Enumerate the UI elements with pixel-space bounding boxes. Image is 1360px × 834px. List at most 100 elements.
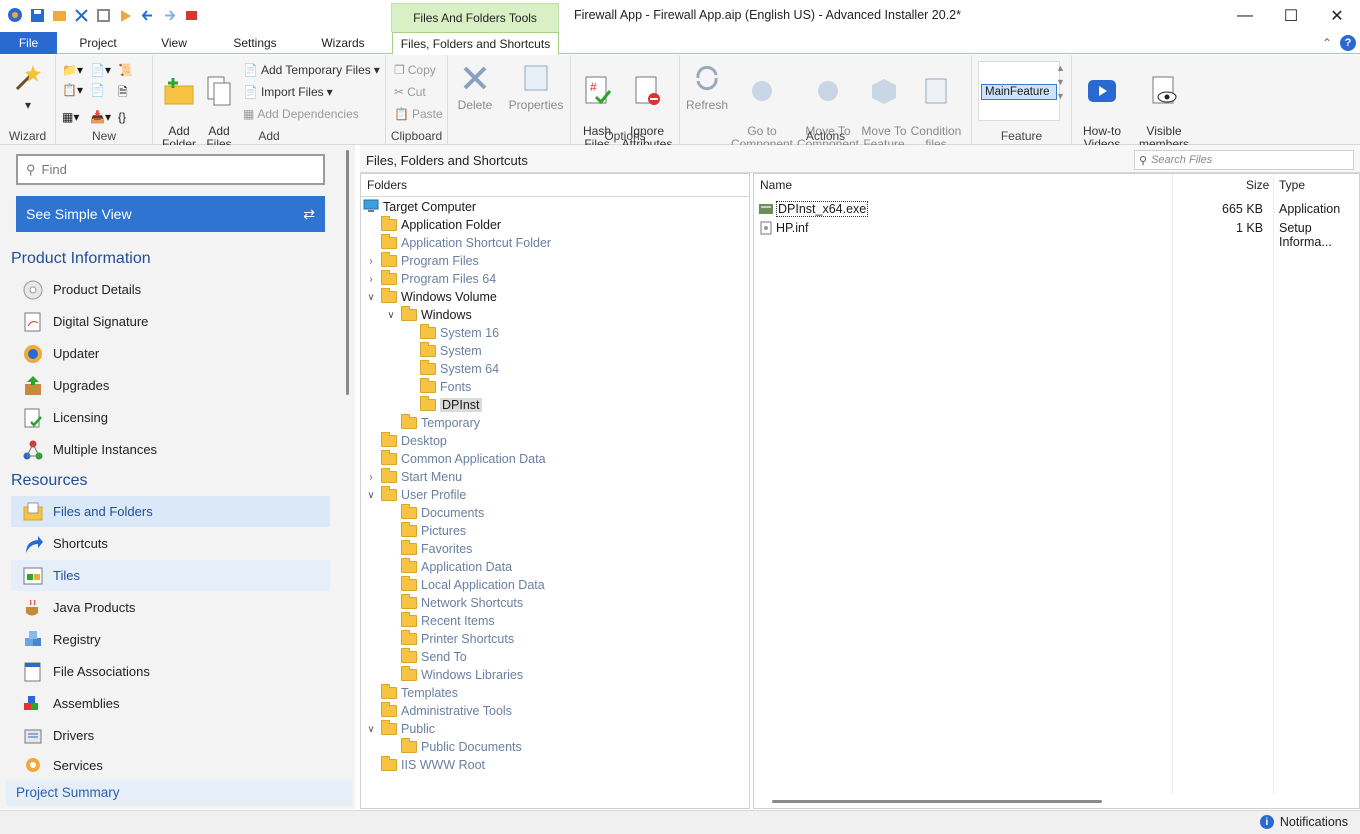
nav-upgrades[interactable]: Upgrades	[11, 370, 330, 401]
new-folder-icon[interactable]: 📁▾	[62, 63, 90, 77]
collapse-ribbon-icon[interactable]: ⌃	[1322, 36, 1332, 50]
forward-arrow-icon[interactable]	[160, 6, 178, 24]
nav-drivers[interactable]: Drivers	[11, 720, 330, 751]
tree-item[interactable]: Documents	[385, 504, 484, 522]
search-files-input[interactable]: ⚲ Search Files	[1134, 150, 1354, 170]
chevron-right-icon[interactable]: ›	[365, 472, 377, 483]
tree-item[interactable]: › Start Menu	[365, 468, 462, 486]
copy-button[interactable]: ❐ Copy	[394, 63, 436, 77]
name-column-header[interactable]: Name	[760, 174, 792, 197]
import-files-button[interactable]: 📄 Import Files ▾	[243, 85, 333, 99]
tree-item[interactable]: ∨ Windows Volume	[365, 288, 497, 306]
tree-item[interactable]: Printer Shortcuts	[385, 630, 514, 648]
paste-button[interactable]: 📋 Paste	[394, 107, 443, 121]
feature-selected[interactable]: MainFeature	[981, 84, 1057, 100]
properties-button[interactable]: Properties	[506, 59, 566, 112]
tree-item[interactable]: System	[404, 342, 482, 360]
tab-view[interactable]: View	[150, 32, 198, 54]
tree-item[interactable]: Recent Items	[385, 612, 495, 630]
left-pane-scrollbar[interactable]	[346, 150, 349, 395]
add-dependencies-button[interactable]: ▦ Add Dependencies	[243, 107, 359, 121]
tree-item[interactable]: Desktop	[365, 432, 447, 450]
tree-item[interactable]: Network Shortcuts	[385, 594, 523, 612]
file-row[interactable]: DPInst_x64.exe 665 KB Application	[754, 201, 1359, 219]
nav-tiles[interactable]: Tiles	[11, 560, 330, 591]
delete-button[interactable]: Delete	[452, 59, 498, 112]
type-column-header[interactable]: Type	[1279, 174, 1305, 197]
new-grid-icon[interactable]: ▦▾	[62, 110, 90, 124]
tree-item[interactable]: System 64	[404, 360, 499, 378]
back-arrow-icon[interactable]	[138, 6, 156, 24]
file-list-scrollbar[interactable]	[772, 800, 1102, 803]
chevron-right-icon[interactable]: ›	[365, 256, 377, 267]
chevron-right-icon[interactable]: ›	[365, 274, 377, 285]
tree-item[interactable]: Templates	[365, 684, 458, 702]
chevron-down-icon[interactable]: ∨	[365, 292, 377, 303]
tree-item[interactable]: Common Application Data	[365, 450, 546, 468]
see-simple-view-button[interactable]: See Simple View ⇄	[16, 196, 325, 232]
nav-digital-signature[interactable]: Digital Signature	[11, 306, 330, 337]
project-summary-link[interactable]: Project Summary	[6, 780, 352, 806]
tab-wizards[interactable]: Wizards	[313, 32, 373, 54]
find-input[interactable]: ⚲ Find	[16, 154, 325, 185]
chevron-down-icon[interactable]: ∨	[365, 724, 377, 735]
messages-icon[interactable]	[182, 6, 200, 24]
tree-item[interactable]: Local Application Data	[385, 576, 545, 594]
refresh-button[interactable]: Refresh	[682, 59, 732, 112]
notifications-button[interactable]: i Notifications	[1259, 815, 1348, 829]
save-icon[interactable]	[28, 6, 46, 24]
visible-members-button[interactable]: Visible members	[1134, 59, 1194, 151]
tree-item[interactable]: Temporary	[385, 414, 480, 432]
run-icon[interactable]	[116, 6, 134, 24]
tree-item[interactable]: › Program Files	[365, 252, 479, 270]
size-column-header[interactable]: Size	[1246, 174, 1269, 197]
tab-settings[interactable]: Settings	[226, 32, 284, 54]
help-icon[interactable]: ?	[1340, 35, 1356, 51]
new-script-icon[interactable]: 📜	[118, 63, 146, 77]
chevron-down-icon[interactable]: ∨	[365, 490, 377, 501]
nav-services[interactable]: Services	[11, 752, 330, 778]
nav-multiple-instances[interactable]: Multiple Instances	[11, 434, 330, 465]
close-button[interactable]: ✕	[1314, 0, 1360, 32]
howto-videos-button[interactable]: How-to Videos	[1076, 59, 1128, 151]
tree-item[interactable]: ∨ Windows	[385, 306, 472, 324]
tree-item[interactable]: Target Computer	[363, 198, 476, 216]
tree-item[interactable]: Send To	[385, 648, 467, 666]
new-html-icon[interactable]: 🗎	[118, 83, 146, 104]
new-import-icon[interactable]: 📥▾	[90, 110, 118, 124]
feature-scroll-arrows[interactable]: ▲ ▼ ▼	[1056, 61, 1065, 103]
new-json-icon[interactable]: {}	[118, 110, 146, 124]
nav-java-products[interactable]: Java Products	[11, 592, 330, 623]
tree-item[interactable]: Public Documents	[385, 738, 522, 756]
feature-list[interactable]: MainFeature	[978, 61, 1060, 121]
tree-item[interactable]: ∨ Public	[365, 720, 435, 738]
folders-column-header[interactable]: Folders	[361, 174, 749, 197]
tree-item[interactable]: Favorites	[385, 540, 472, 558]
new-list-icon[interactable]: 📋▾	[62, 83, 90, 104]
nav-shortcuts[interactable]: Shortcuts	[11, 528, 330, 559]
wizard-button[interactable]: ▾	[8, 59, 48, 112]
chevron-down-icon[interactable]: ∨	[385, 310, 397, 321]
new-doc-icon[interactable]: 📄	[90, 83, 118, 104]
nav-updater[interactable]: Updater	[11, 338, 330, 369]
maximize-button[interactable]: ☐	[1268, 0, 1314, 32]
add-temporary-files-button[interactable]: 📄 Add Temporary Files ▾	[243, 63, 380, 77]
tree-item[interactable]: Fonts	[404, 378, 471, 396]
tab-project[interactable]: Project	[72, 32, 124, 54]
nav-assemblies[interactable]: Assemblies	[11, 688, 330, 719]
tree-item[interactable]: Administrative Tools	[365, 702, 512, 720]
cut-button[interactable]: ✂ Cut	[394, 85, 426, 99]
nav-licensing[interactable]: Licensing	[11, 402, 330, 433]
file-row[interactable]: HP.inf 1 KB Setup Informa...	[754, 220, 1359, 249]
minimize-button[interactable]: —	[1222, 0, 1268, 32]
nav-product-details[interactable]: Product Details	[11, 274, 330, 305]
tree-item[interactable]: System 16	[404, 324, 499, 342]
cut-quick-icon[interactable]	[72, 6, 90, 24]
tree-item[interactable]: DPInst	[404, 396, 482, 414]
new-file-icon[interactable]: 📄▾	[90, 63, 118, 77]
nav-files-and-folders[interactable]: Files and Folders	[11, 496, 330, 527]
tab-file[interactable]: File	[0, 32, 57, 54]
nav-registry[interactable]: Registry	[11, 624, 330, 655]
tree-item[interactable]: Application Folder	[365, 216, 501, 234]
tree-item[interactable]: Application Shortcut Folder	[365, 234, 551, 252]
